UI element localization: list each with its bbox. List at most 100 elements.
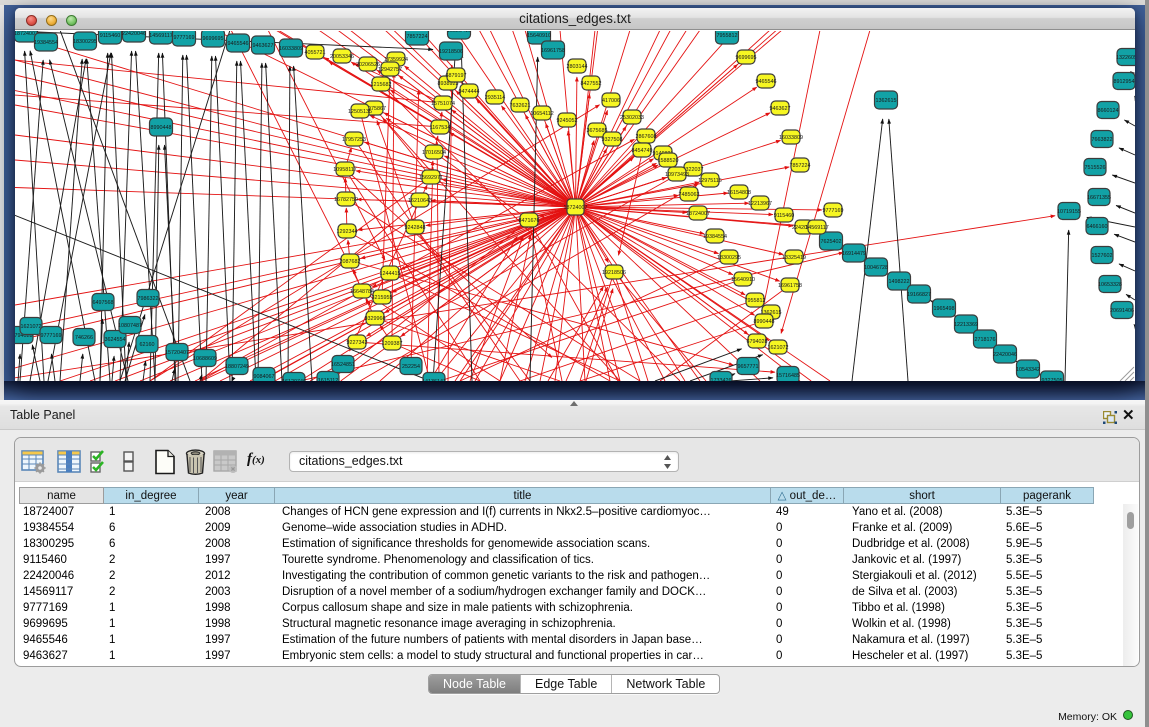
svg-text:8427552: 8427552 (581, 81, 602, 87)
svg-text:10046728: 10046728 (864, 265, 888, 271)
svg-text:9227342: 9227342 (347, 340, 368, 346)
svg-text:8471676: 8471676 (519, 218, 540, 224)
svg-text:16210643: 16210643 (408, 198, 432, 204)
svg-text:9327505: 9327505 (1042, 378, 1063, 381)
svg-text:9777169: 9777169 (823, 208, 844, 214)
svg-text:22420046: 22420046 (122, 31, 146, 37)
svg-text:1498222: 1498222 (889, 279, 910, 285)
svg-text:9474444: 9474444 (459, 89, 480, 95)
svg-text:7955812: 7955812 (717, 33, 738, 39)
svg-text:1215682: 1215682 (371, 82, 392, 88)
svg-text:1527602: 1527602 (1092, 253, 1113, 259)
svg-text:1292344: 1292344 (337, 229, 358, 235)
svg-text:18300295: 18300295 (73, 39, 97, 45)
svg-text:7632621: 7632621 (510, 103, 531, 109)
svg-text:1588520: 1588520 (658, 158, 679, 164)
svg-text:16961758: 16961758 (541, 48, 565, 54)
svg-text:14136141: 14136141 (422, 379, 446, 381)
svg-text:13325419: 13325419 (447, 31, 471, 34)
svg-text:20053346: 20053346 (330, 54, 354, 60)
svg-text:16033809: 16033809 (279, 46, 303, 52)
svg-text:19384554: 19384554 (703, 234, 727, 240)
svg-text:9329966: 9329966 (365, 316, 386, 322)
svg-text:9463627: 9463627 (253, 43, 274, 49)
svg-text:1244415: 1244415 (380, 271, 401, 277)
svg-text:9699695: 9699695 (203, 36, 224, 42)
svg-text:15640910: 15640910 (731, 277, 755, 283)
svg-text:6466160: 6466160 (1087, 224, 1108, 230)
svg-text:10543342: 10543342 (1016, 367, 1040, 373)
svg-text:25302033: 25302033 (620, 115, 644, 121)
svg-text:9657771: 9657771 (738, 364, 759, 370)
svg-text:12213369: 12213369 (954, 322, 978, 328)
svg-text:7986322: 7986322 (138, 296, 159, 302)
svg-text:10973493: 10973493 (665, 172, 689, 178)
svg-text:8912954: 8912954 (1114, 79, 1135, 85)
svg-text:13325419: 13325419 (782, 255, 806, 261)
svg-text:9465546: 9465546 (756, 79, 777, 85)
svg-text:16914479: 16914479 (842, 251, 866, 257)
svg-text:6794028: 6794028 (747, 339, 768, 345)
svg-text:12975115: 12975115 (698, 178, 722, 184)
svg-text:19218506: 19218506 (439, 49, 463, 55)
svg-text:10719155: 10719155 (1057, 209, 1081, 215)
svg-text:19384554: 19384554 (34, 40, 58, 46)
svg-text:16033809: 16033809 (779, 135, 803, 141)
svg-text:252254: 252254 (402, 364, 420, 370)
svg-text:13226058: 13226058 (1116, 55, 1135, 61)
svg-text:7663822: 7663822 (1092, 137, 1113, 143)
svg-text:17016504: 17016504 (422, 150, 446, 156)
svg-text:15720407: 15720407 (165, 350, 189, 356)
svg-text:2087682: 2087682 (340, 259, 361, 265)
svg-text:19218506: 19218506 (602, 270, 626, 276)
svg-text:2867608: 2867608 (636, 134, 657, 140)
svg-text:16961758: 16961758 (778, 283, 802, 289)
svg-text:15751074: 15751074 (431, 101, 455, 107)
svg-text:15716485: 15716485 (776, 373, 800, 379)
svg-text:9115460: 9115460 (774, 213, 795, 219)
svg-text:16524851: 16524851 (331, 362, 355, 368)
svg-text:10654112: 10654112 (530, 111, 554, 117)
svg-text:9699695: 9699695 (736, 55, 757, 61)
svg-text:9084067: 9084067 (254, 374, 275, 380)
svg-text:746266: 746266 (75, 335, 93, 341)
svg-text:9245052: 9245052 (557, 118, 578, 124)
svg-text:1167534: 1167534 (430, 125, 451, 131)
svg-text:2803144: 2803144 (567, 64, 588, 70)
svg-text:1621072: 1621072 (768, 345, 789, 351)
svg-text:1209387: 1209387 (382, 341, 403, 347)
svg-text:1362615: 1362615 (876, 98, 897, 104)
svg-text:3624554: 3624554 (105, 337, 126, 343)
svg-text:8990448: 8990448 (151, 125, 172, 131)
svg-text:10688609: 10688609 (193, 356, 217, 362)
svg-text:7857224: 7857224 (790, 163, 811, 169)
svg-text:417006: 417006 (602, 98, 620, 104)
svg-text:18724007: 18724007 (564, 205, 588, 211)
svg-text:16120746: 16120746 (282, 379, 306, 381)
svg-text:6879197: 6879197 (446, 73, 467, 79)
svg-text:7625402: 7625402 (821, 239, 842, 245)
svg-text:9327508: 9327508 (602, 137, 623, 143)
svg-text:1965498: 1965498 (934, 306, 955, 312)
svg-text:8454749: 8454749 (632, 148, 653, 154)
svg-text:12505135: 12505135 (348, 109, 372, 115)
svg-text:18724007: 18724007 (686, 211, 710, 217)
svg-text:9465546: 9465546 (228, 41, 249, 47)
svg-text:12942757: 12942757 (378, 67, 402, 73)
svg-text:15640910: 15640910 (527, 33, 551, 39)
svg-text:8660124: 8660124 (1098, 108, 1119, 114)
svg-text:15692971: 15692971 (419, 175, 443, 181)
svg-text:14569117: 14569117 (149, 33, 173, 39)
svg-text:14569117: 14569117 (805, 225, 829, 231)
svg-text:7515526: 7515526 (1085, 165, 1106, 171)
svg-text:18300295: 18300295 (717, 255, 741, 261)
svg-text:9777169: 9777169 (41, 333, 62, 339)
svg-text:2718176: 2718176 (975, 337, 996, 343)
svg-text:17957253: 17957253 (342, 137, 366, 143)
svg-text:4055721: 4055721 (305, 50, 326, 56)
svg-text:7485063: 7485063 (679, 192, 700, 198)
svg-text:7955812: 7955812 (745, 298, 766, 304)
svg-text:16671355: 16671355 (1087, 195, 1111, 201)
svg-text:10807487: 10807487 (118, 323, 142, 329)
svg-text:62160: 62160 (140, 342, 155, 348)
